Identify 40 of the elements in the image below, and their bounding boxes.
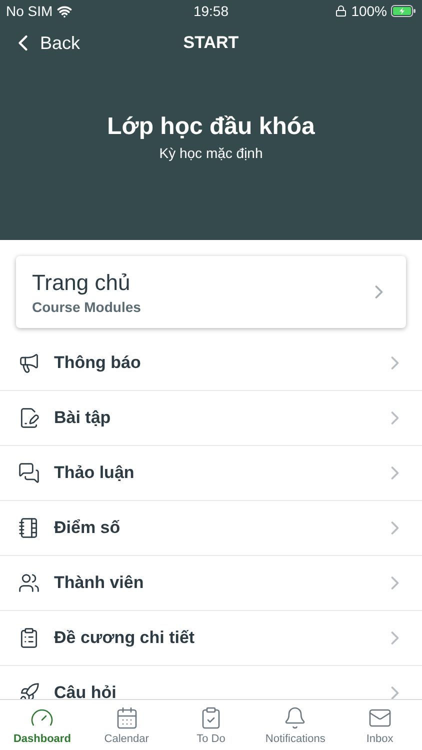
menu-label: Thành viên [54, 573, 145, 593]
tab-item[interactable]: Calendar [84, 700, 169, 750]
menu-row[interactable]: Điểm số [0, 501, 422, 556]
menu-label: Câu hỏi [54, 683, 118, 699]
calendar-icon [114, 706, 139, 730]
battery-icon [391, 5, 416, 17]
menu-label: Bài tập [54, 408, 112, 428]
clipboard-icon [18, 627, 40, 649]
clock-text: 19:58 [193, 3, 229, 19]
menu-row[interactable]: Thành viên [0, 556, 422, 611]
menu-label: Thông báo [54, 353, 142, 373]
wifi-icon [56, 4, 72, 18]
card-subtitle: Course Modules [32, 298, 142, 314]
chat-bubbles-icon [18, 462, 40, 484]
rocket-icon [18, 682, 40, 699]
lock-icon [335, 5, 348, 17]
document-pen-icon [18, 407, 40, 429]
course-term: Kỳ học mặc định [159, 145, 263, 161]
nav-title: START [183, 33, 239, 53]
battery-text: 100% [351, 3, 387, 19]
people-icon [18, 572, 40, 594]
carrier-text: No SIM [6, 3, 53, 19]
megaphone-icon [18, 352, 40, 374]
tab-item[interactable]: Dashboard [0, 700, 84, 750]
home-card[interactable]: Trang chủ Course Modules [16, 256, 406, 328]
card-title: Trang chủ [32, 270, 132, 296]
menu-row[interactable]: Thảo luận [0, 446, 422, 501]
menu-label: Đề cương chi tiết [54, 628, 196, 648]
course-title: Lớp học đầu khóa [107, 113, 315, 141]
tab-item[interactable]: To Do [168, 700, 254, 750]
menu-row[interactable]: Đề cương chi tiết [0, 611, 422, 666]
bell-icon [283, 706, 308, 730]
menu-row[interactable]: Thông báo [0, 336, 422, 391]
menu-row[interactable]: Bài tập [0, 391, 422, 446]
tab-item[interactable]: Inbox [338, 700, 422, 750]
notebook-icon [18, 517, 40, 539]
menu-label: Thảo luận [54, 463, 136, 483]
tab-item[interactable]: Notifications [253, 700, 338, 750]
menu-label: Điểm số [54, 518, 122, 538]
back-button[interactable]: Back [10, 30, 80, 56]
